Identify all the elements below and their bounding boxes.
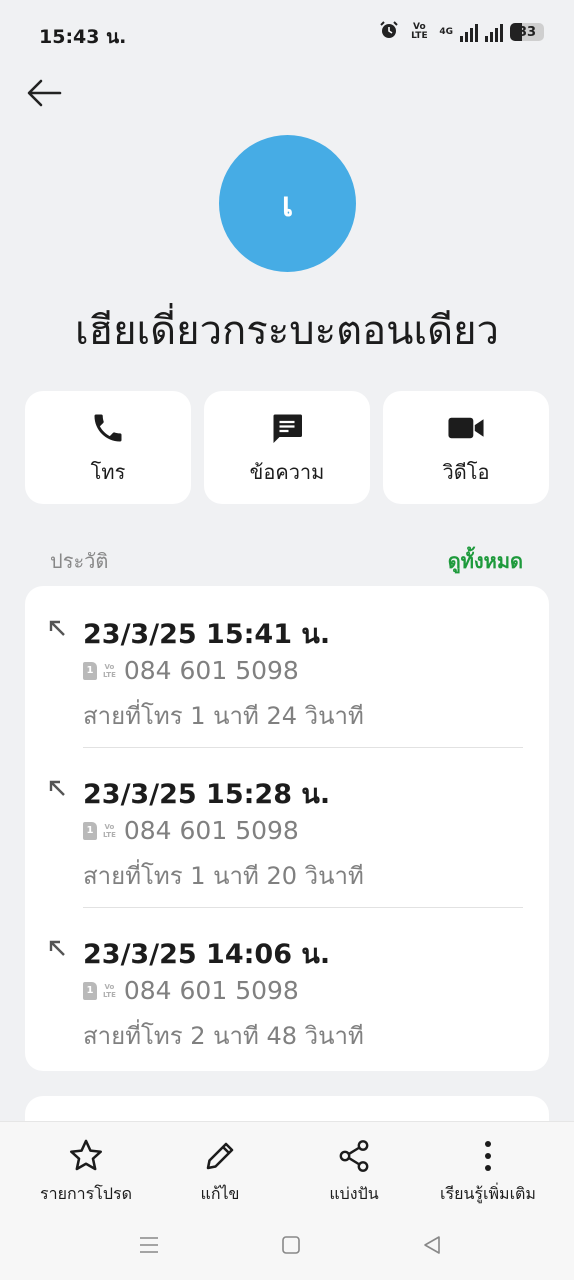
favorite-label: รายการโปรด <box>40 1184 132 1203</box>
network-4g-label: 4G <box>439 26 453 37</box>
message-label: ข้อความ <box>249 459 325 484</box>
volte-icon: Vo LTE <box>103 822 116 839</box>
call-number: 084 601 5098 <box>123 976 299 1005</box>
arrow-left-icon <box>27 79 62 107</box>
call-log-item[interactable]: 23/3/25 15:28 น. 1 Vo LTE 084 601 5098 สา… <box>25 746 549 906</box>
battery-level: 33 <box>517 24 537 40</box>
history-title: ประวัติ <box>50 549 109 573</box>
call-history-card: 23/3/25 15:41 น. 1 Vo LTE 084 601 5098 สา… <box>25 586 549 1071</box>
back-icon[interactable] <box>417 1230 447 1260</box>
more-label: เรียนรู้เพิ่มเติม <box>440 1184 536 1203</box>
sim-icon: 1 <box>83 821 97 840</box>
call-datetime: 23/3/25 15:28 น. <box>83 779 331 810</box>
call-number-row: 1 Vo LTE 084 601 5098 <box>83 656 299 685</box>
see-all-link[interactable]: ดูทั้งหมด <box>448 545 523 577</box>
star-icon <box>66 1136 106 1176</box>
status-bar: 15:43 น. Vo LTE 4G 33 <box>0 0 574 66</box>
call-number: 084 601 5098 <box>123 656 299 685</box>
menu-icon[interactable] <box>134 1230 164 1260</box>
battery-icon: 33 <box>510 23 544 41</box>
volte-icon: Vo LTE <box>411 22 428 41</box>
avatar: เ <box>219 135 356 272</box>
call-button[interactable]: โทร <box>25 391 191 504</box>
status-time: 15:43 น. <box>39 26 127 48</box>
video-button[interactable]: วิดีโอ <box>383 391 549 504</box>
sim-icon: 1 <box>83 981 97 1000</box>
share-button[interactable]: แบ่งปัน <box>284 1136 424 1207</box>
outgoing-call-icon <box>49 620 65 636</box>
sim-icon: 1 <box>83 661 97 680</box>
call-log-item[interactable]: 23/3/25 15:41 น. 1 Vo LTE 084 601 5098 สา… <box>25 586 549 746</box>
call-number-row: 1 Vo LTE 084 601 5098 <box>83 976 299 1005</box>
share-label: แบ่งปัน <box>329 1184 379 1203</box>
signal-icon <box>460 22 478 42</box>
action-row: โทร ข้อความ วิดีโอ <box>25 391 549 504</box>
message-button[interactable]: ข้อความ <box>204 391 370 504</box>
avatar-initial: เ <box>281 184 294 225</box>
call-duration: สายที่โทร 1 นาที 24 วินาที <box>83 702 364 730</box>
alarm-icon <box>379 20 399 44</box>
more-vertical-icon <box>468 1136 508 1176</box>
outgoing-call-icon <box>49 780 65 796</box>
call-label: โทร <box>90 459 126 484</box>
volte-icon: Vo LTE <box>103 662 116 679</box>
call-datetime: 23/3/25 14:06 น. <box>83 939 331 970</box>
call-duration: สายที่โทร 2 นาที 48 วินาที <box>83 1022 364 1050</box>
call-duration: สายที่โทร 1 นาที 20 วินาที <box>83 862 364 890</box>
outgoing-call-icon <box>49 940 65 956</box>
edit-label: แก้ไข <box>200 1184 240 1203</box>
more-button[interactable]: เรียนรู้เพิ่มเติม <box>418 1136 558 1207</box>
video-label: วิดีโอ <box>442 459 490 484</box>
signal-icon <box>485 22 503 42</box>
message-icon <box>267 408 307 448</box>
pencil-icon <box>200 1136 240 1176</box>
volte-icon: Vo LTE <box>103 982 116 999</box>
home-icon[interactable] <box>276 1230 306 1260</box>
back-button[interactable] <box>24 74 64 114</box>
phone-icon <box>88 408 128 448</box>
call-number-row: 1 Vo LTE 084 601 5098 <box>83 816 299 845</box>
contact-name: เฮียเดี่ยวกระบะตอนเดียว <box>74 308 500 354</box>
video-icon <box>446 408 486 448</box>
status-icons: Vo LTE 4G 33 <box>379 20 544 44</box>
share-icon <box>334 1136 374 1176</box>
call-datetime: 23/3/25 15:41 น. <box>83 619 331 650</box>
call-log-item[interactable]: 23/3/25 14:06 น. 1 Vo LTE 084 601 5098 สา… <box>25 906 549 1066</box>
system-nav-bar <box>0 1222 574 1268</box>
favorite-button[interactable]: รายการโปรด <box>16 1136 156 1207</box>
edit-button[interactable]: แก้ไข <box>150 1136 290 1207</box>
call-number: 084 601 5098 <box>123 816 299 845</box>
